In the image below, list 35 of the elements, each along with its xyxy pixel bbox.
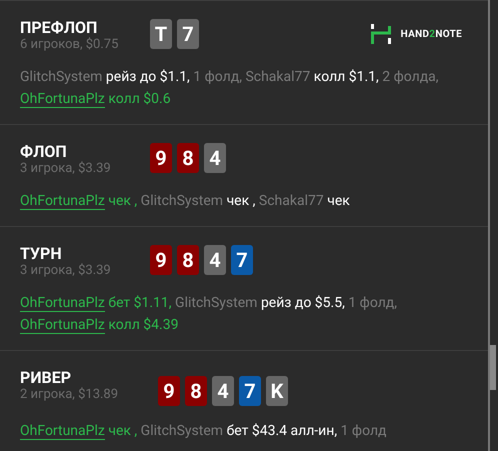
playing-card: 8 xyxy=(177,143,199,173)
street-title: ТУРН xyxy=(20,244,63,263)
playing-card: 8 xyxy=(177,245,199,275)
playing-card: K xyxy=(266,376,288,406)
player-link[interactable]: OhFortunaPlz xyxy=(20,423,105,440)
playing-card: 7 xyxy=(239,376,261,406)
action-log: OhFortunaPlz чек , GlitchSystem чек , Schakal77 чек xyxy=(20,192,351,212)
street-summary: 2 игрока, $13.89 xyxy=(20,387,120,402)
street-title: ПРЕФЛОП xyxy=(20,18,98,37)
street-title: РИВЕР xyxy=(20,368,72,387)
playing-card: 7 xyxy=(231,245,253,275)
street-summary: 3 игрока, $3.39 xyxy=(20,263,112,278)
player-link[interactable]: OhFortunaPlz xyxy=(20,317,105,334)
playing-card: 7 xyxy=(177,19,199,49)
playing-card: 4 xyxy=(204,245,226,275)
action-log: OhFortunaPlz чек , GlitchSystem бет $43.4 алл-ин, 1 фолд xyxy=(20,422,388,442)
playing-card: 8 xyxy=(185,376,207,406)
player-link[interactable]: OhFortunaPlz xyxy=(20,295,105,312)
logo-text: HAND2NOTE xyxy=(400,28,462,40)
playing-card: 4 xyxy=(204,143,226,173)
playing-card: T xyxy=(150,19,172,49)
street-summary: 3 игрока, $3.39 xyxy=(20,161,112,176)
logo-icon xyxy=(370,24,392,44)
player-link[interactable]: OhFortunaPlz xyxy=(20,91,105,108)
playing-card: 4 xyxy=(212,376,234,406)
action-log: GlitchSystem рейз до $1.1, 1 фолд, Schakal77 колл $1.1, 2 фолда, OhFortunaPlz колл $0.6 xyxy=(20,68,440,110)
street-title: ФЛОП xyxy=(20,142,68,161)
scrollbar-thumb[interactable] xyxy=(490,345,496,390)
playing-card: 9 xyxy=(150,245,172,275)
playing-card: 9 xyxy=(158,376,180,406)
scrollbar[interactable] xyxy=(488,0,498,451)
action-log: OhFortunaPlz бет $1.11, GlitchSystem рейз до $5.5, 1 фолд, OhFortunaPlz колл $4.39 xyxy=(20,294,398,336)
playing-card: 9 xyxy=(150,143,172,173)
street-summary: 6 игроков, $0.75 xyxy=(20,37,120,52)
player-link[interactable]: OhFortunaPlz xyxy=(20,193,105,210)
